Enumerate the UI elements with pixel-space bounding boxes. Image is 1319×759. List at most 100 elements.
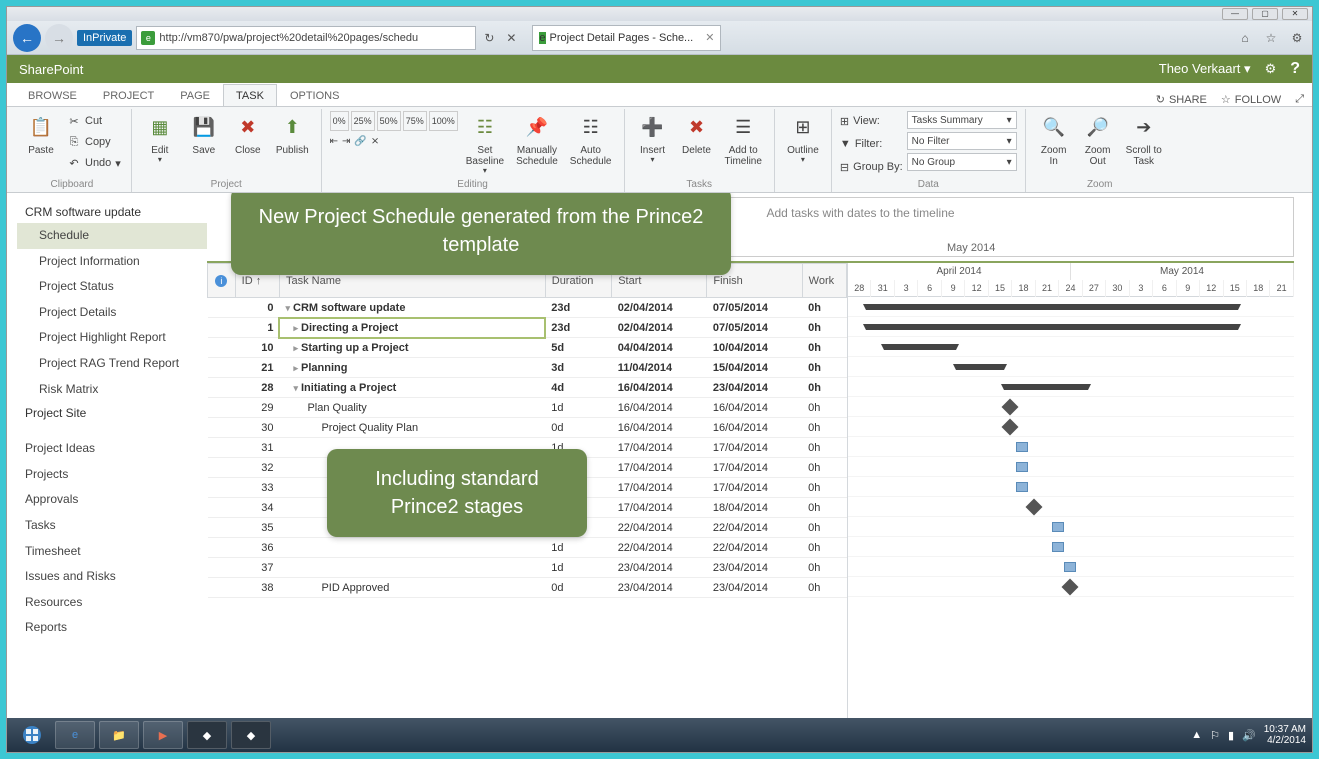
- gantt-bar[interactable]: [1004, 384, 1088, 390]
- expand-icon[interactable]: ▾: [293, 383, 298, 394]
- pct-75-button[interactable]: 75%: [403, 111, 427, 131]
- share-button[interactable]: ↻ SHARE: [1156, 93, 1207, 106]
- set-baseline-button[interactable]: ☷Set Baseline▾: [462, 111, 508, 178]
- tab-project[interactable]: PROJECT: [90, 84, 167, 106]
- task-row[interactable]: 10▸Starting up a Project5d04/04/201410/0…: [208, 338, 847, 358]
- filter-select[interactable]: No Filter▾: [907, 132, 1017, 150]
- tab-options[interactable]: OPTIONS: [277, 84, 353, 106]
- tray-volume-icon[interactable]: 🔊: [1242, 729, 1256, 742]
- publish-button[interactable]: ⬆Publish: [272, 111, 313, 158]
- tab-close-icon[interactable]: ✕: [705, 31, 714, 44]
- cut-button[interactable]: ✂Cut: [65, 111, 123, 131]
- pct-100-button[interactable]: 100%: [429, 111, 458, 131]
- sidebar-item-project-rag-trend-report[interactable]: Project RAG Trend Report: [17, 351, 207, 377]
- task-row[interactable]: 371d23/04/201423/04/20140h: [208, 558, 847, 578]
- undo-button[interactable]: ↶Undo ▾: [65, 153, 123, 173]
- pct-50-button[interactable]: 50%: [377, 111, 401, 131]
- favorites-icon[interactable]: ☆: [1262, 29, 1280, 47]
- forward-button[interactable]: →: [45, 24, 73, 52]
- expand-icon[interactable]: ▸: [293, 343, 298, 354]
- sidebar-item-timesheet[interactable]: Timesheet: [17, 539, 207, 565]
- gantt-bar[interactable]: [956, 364, 1004, 370]
- gantt-bar[interactable]: [1026, 499, 1043, 516]
- zoom-out-button[interactable]: 🔎Zoom Out: [1078, 111, 1118, 169]
- task-row[interactable]: 30Project Quality Plan0d16/04/201416/04/…: [208, 418, 847, 438]
- expand-icon[interactable]: ▾: [285, 303, 290, 314]
- back-button[interactable]: ←: [13, 24, 41, 52]
- sidebar-item-schedule[interactable]: Schedule: [17, 223, 207, 249]
- help-icon[interactable]: ?: [1290, 60, 1300, 78]
- sidebar-heading-project[interactable]: CRM software update: [17, 201, 207, 223]
- gantt-bar[interactable]: [1062, 579, 1079, 596]
- minimize-button[interactable]: —: [1222, 8, 1248, 20]
- gantt-bar[interactable]: [1064, 562, 1076, 572]
- sidebar-item-project-status[interactable]: Project Status: [17, 274, 207, 300]
- pct-0-button[interactable]: 0%: [330, 111, 349, 131]
- tray-show-hidden-icon[interactable]: ▲: [1191, 729, 1202, 741]
- sidebar-item-project-highlight-report[interactable]: Project Highlight Report: [17, 325, 207, 351]
- manually-schedule-button[interactable]: 📌Manually Schedule: [512, 111, 562, 169]
- task-row[interactable]: 361d22/04/201422/04/20140h: [208, 538, 847, 558]
- zoom-in-button[interactable]: 🔍Zoom In: [1034, 111, 1074, 169]
- gantt-bar[interactable]: [866, 304, 1238, 310]
- col-work[interactable]: Work: [802, 264, 846, 298]
- sidebar-item-tasks[interactable]: Tasks: [17, 513, 207, 539]
- user-menu[interactable]: Theo Verkaart ▾: [1159, 61, 1251, 77]
- sidebar-item-project-details[interactable]: Project Details: [17, 300, 207, 326]
- sidebar-item-resources[interactable]: Resources: [17, 590, 207, 616]
- maximize-button[interactable]: ▢: [1252, 8, 1278, 20]
- taskbar-ie-icon[interactable]: e: [55, 721, 95, 749]
- stop-icon[interactable]: ✕: [502, 29, 520, 47]
- expand-icon[interactable]: ▸: [293, 363, 298, 374]
- pct-25-button[interactable]: 25%: [351, 111, 375, 131]
- sidebar-item-approvals[interactable]: Approvals: [17, 487, 207, 513]
- delete-button[interactable]: ✖Delete: [677, 111, 717, 158]
- tab-task[interactable]: TASK: [223, 84, 277, 106]
- close-button[interactable]: ✖Close: [228, 111, 268, 158]
- link-icon[interactable]: 🔗: [354, 136, 366, 147]
- sidebar-item-issues-and-risks[interactable]: Issues and Risks: [17, 564, 207, 590]
- refresh-icon[interactable]: ↻: [480, 29, 498, 47]
- outdent-icon[interactable]: ⇤: [330, 136, 338, 147]
- sidebar-item-reports[interactable]: Reports: [17, 615, 207, 641]
- tab-browse[interactable]: BROWSE: [15, 84, 90, 106]
- start-button[interactable]: [13, 720, 51, 750]
- gantt-bar[interactable]: [1016, 442, 1028, 452]
- browser-tab[interactable]: e Project Detail Pages - Sche... ✕: [532, 25, 721, 51]
- view-select[interactable]: Tasks Summary▾: [907, 111, 1017, 129]
- sidebar-item-projects[interactable]: Projects: [17, 462, 207, 488]
- gantt-bar[interactable]: [1016, 462, 1028, 472]
- gantt-bar[interactable]: [866, 324, 1238, 330]
- gantt-bar[interactable]: [1052, 522, 1064, 532]
- taskbar-app2-icon[interactable]: ◆: [231, 721, 271, 749]
- follow-button[interactable]: ☆ FOLLOW: [1221, 93, 1281, 106]
- task-row[interactable]: 38PID Approved0d23/04/201423/04/20140h: [208, 578, 847, 598]
- fullscreen-icon[interactable]: ⤢: [1295, 93, 1304, 106]
- copy-button[interactable]: ⎘Copy: [65, 132, 123, 152]
- tray-network-icon[interactable]: ▮: [1228, 729, 1234, 742]
- tab-page[interactable]: PAGE: [167, 84, 223, 106]
- sidebar-item-risk-matrix[interactable]: Risk Matrix: [17, 377, 207, 403]
- close-window-button[interactable]: ✕: [1282, 8, 1308, 20]
- taskbar-explorer-icon[interactable]: 📁: [99, 721, 139, 749]
- gantt-chart[interactable]: April 2014May 2014 283136912151821242730…: [847, 263, 1294, 718]
- settings-gear-icon[interactable]: ⚙: [1265, 61, 1277, 77]
- gantt-bar[interactable]: [1002, 419, 1019, 436]
- home-icon[interactable]: ⌂: [1236, 29, 1254, 47]
- gantt-bar[interactable]: [884, 344, 956, 350]
- paste-button[interactable]: 📋 Paste: [21, 111, 61, 158]
- sidebar-heading-site[interactable]: Project Site: [17, 402, 207, 424]
- gantt-bar[interactable]: [1002, 399, 1019, 416]
- gantt-bar[interactable]: [1052, 542, 1064, 552]
- task-grid[interactable]: Including standard Prince2 stages i ID ↑…: [207, 263, 847, 718]
- sidebar-item-project-information[interactable]: Project Information: [17, 249, 207, 275]
- task-row[interactable]: 28▾Initiating a Project4d16/04/201423/04…: [208, 378, 847, 398]
- task-row[interactable]: 1▸Directing a Project23d02/04/201407/05/…: [208, 318, 847, 338]
- unlink-icon[interactable]: ⨯: [371, 136, 379, 147]
- insert-button[interactable]: ➕Insert▾: [633, 111, 673, 167]
- system-clock[interactable]: 10:37 AM 4/2/2014: [1264, 724, 1306, 746]
- gantt-bar[interactable]: [1016, 482, 1028, 492]
- edit-button[interactable]: ▦Edit▾: [140, 111, 180, 167]
- indent-icon[interactable]: ⇥: [342, 136, 350, 147]
- scroll-to-task-button[interactable]: ➔Scroll to Task: [1122, 111, 1166, 169]
